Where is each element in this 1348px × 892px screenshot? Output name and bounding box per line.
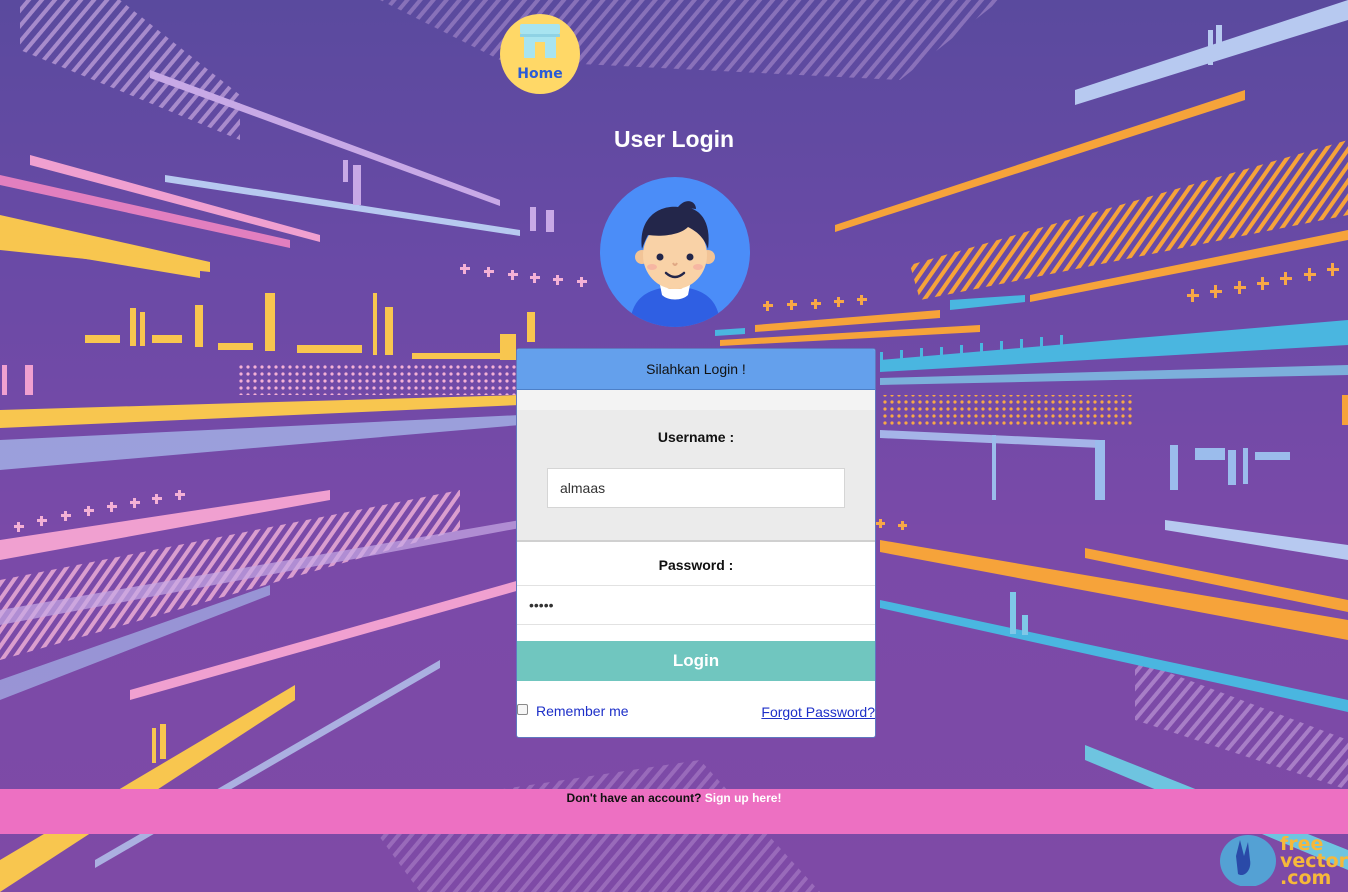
page-title: User Login [613, 126, 735, 152]
username-section: Username : [517, 410, 875, 542]
user-avatar [600, 177, 750, 327]
signup-link[interactable]: Sign up here! [705, 791, 782, 805]
forgot-password-link[interactable]: Forgot Password? [761, 704, 875, 720]
home-label: Home [517, 66, 563, 82]
user-avatar-icon [630, 201, 720, 327]
freevector-logo-text: free vector .com [1280, 833, 1348, 889]
remember-me-label[interactable]: Remember me [536, 703, 629, 719]
freevector-logo [1220, 835, 1276, 886]
panel-divider [517, 390, 875, 410]
home-icon [520, 24, 560, 58]
signup-footer: Don't have an account? Sign up here! [0, 789, 1348, 834]
remember-me-option[interactable]: Remember me [517, 703, 629, 719]
home-button[interactable]: Home [500, 14, 580, 94]
password-label: Password : [658, 557, 734, 573]
password-input[interactable] [517, 585, 875, 625]
username-input[interactable] [547, 468, 845, 508]
login-panel-header: Silahkan Login ! [517, 349, 875, 390]
signup-prompt: Don't have an account? [566, 791, 702, 805]
login-button[interactable]: Login [517, 641, 875, 681]
remember-me-checkbox[interactable] [517, 703, 528, 715]
login-panel: Silahkan Login ! Username : Password : L… [516, 348, 876, 738]
username-label: Username : [657, 429, 735, 445]
